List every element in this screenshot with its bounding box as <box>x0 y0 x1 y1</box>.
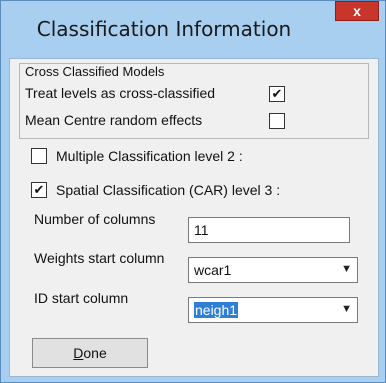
number-of-columns-value: 11 <box>194 222 209 238</box>
treat-levels-checkbox[interactable]: ✔ <box>269 86 285 102</box>
checkmark-icon: ✔ <box>33 182 45 197</box>
weights-start-column-select[interactable]: wcar1 ▼ <box>188 257 358 283</box>
chevron-down-icon: ▼ <box>341 303 352 315</box>
treat-levels-label: Treat levels as cross-classified <box>25 85 216 101</box>
multiple-classification-checkbox[interactable] <box>31 148 47 164</box>
dialog-window: Classification Information x Cross Class… <box>0 0 386 383</box>
cross-classified-group-legend: Cross Classified Models <box>25 64 167 79</box>
mean-centre-label: Mean Centre random effects <box>25 112 203 128</box>
chevron-down-icon: ▼ <box>341 263 352 275</box>
id-start-column-label: ID start column <box>34 290 129 306</box>
checkmark-icon: ✔ <box>271 86 283 101</box>
number-of-columns-label: Number of columns <box>34 211 156 227</box>
multiple-classification-label: Multiple Classification level 2 : <box>56 148 243 164</box>
weights-start-column-value: wcar1 <box>194 262 232 278</box>
weights-start-column-label: Weights start column <box>34 250 165 266</box>
window-title: Classification Information <box>36 17 292 41</box>
mean-centre-checkbox[interactable] <box>269 113 285 129</box>
spatial-classification-label: Spatial Classification (CAR) level 3 : <box>56 182 281 198</box>
id-start-column-value: neigh1 <box>194 302 239 318</box>
done-button-mnemonic: D <box>73 345 84 361</box>
spatial-classification-checkbox[interactable]: ✔ <box>31 182 47 198</box>
done-button-label: one <box>83 345 107 361</box>
id-start-column-select[interactable]: neigh1 ▼ <box>188 297 358 323</box>
number-of-columns-input[interactable]: 11 <box>188 217 350 243</box>
close-button[interactable]: x <box>335 1 379 21</box>
close-icon: x <box>353 3 361 19</box>
done-button[interactable]: Done <box>32 338 148 368</box>
